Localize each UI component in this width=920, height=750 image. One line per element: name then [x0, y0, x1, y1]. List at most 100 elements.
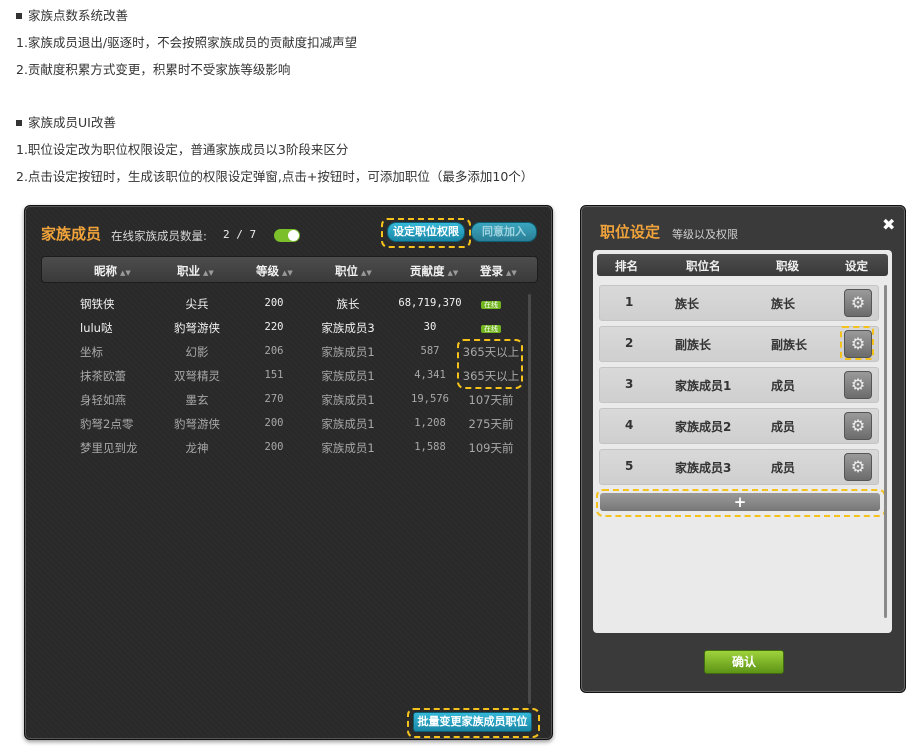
role-name: 家族成员1 — [675, 379, 732, 393]
cell-name: 身轻如燕 — [80, 393, 126, 407]
col-rank: 排名 — [615, 259, 638, 273]
cell-position: 家族成员1 — [321, 345, 375, 359]
set-permission-button[interactable]: 设定职位权限 — [387, 222, 465, 242]
sort-arrows-icon: ▲▼ — [203, 269, 214, 277]
cell-login: 109天前 — [468, 441, 514, 455]
cell-contribution: 4,341 — [414, 369, 446, 381]
cell-contribution: 19,576 — [411, 393, 449, 405]
role-list-area: 排名 职位名 职级 设定 1 族长 族长 ⚙ 2 副族长 副族长 ⚙ 3 家族成员1 成员 ⚙ 4 家族成… — [593, 250, 892, 633]
online-badge-label: 在线 — [481, 301, 501, 309]
role-name: 副族长 — [675, 338, 712, 352]
table-row[interactable]: 钢铁侠 尖兵 200 族长 68,719,370 在线 — [25, 292, 552, 316]
cell-login: 275天前 — [468, 417, 514, 431]
cell-name: 抹茶欧蕾 — [80, 369, 126, 383]
col-level[interactable]: 等级 ▲▼ — [256, 263, 293, 279]
close-icon[interactable]: ✖ — [882, 215, 895, 234]
batch-change-button[interactable]: 批量变更家族成员职位 — [413, 712, 532, 732]
col-login[interactable]: 登录 ▲▼ — [480, 263, 517, 279]
col-job[interactable]: 职业 ▲▼ — [177, 263, 214, 279]
role-row[interactable]: 4 家族成员2 成员 ⚙ — [599, 408, 879, 444]
add-role-button[interactable]: + — [600, 493, 880, 511]
cell-name: 梦里见到龙 — [80, 441, 138, 455]
cell-job: 墨玄 — [185, 393, 209, 407]
cell-name: 豹弩2点零 — [80, 417, 134, 431]
role-name: 家族成员3 — [675, 461, 732, 475]
bullet-square-icon — [16, 12, 22, 19]
cell-contribution: 587 — [420, 345, 440, 357]
col-position[interactable]: 职位 ▲▼ — [335, 263, 372, 279]
sort-arrows-icon: ▲▼ — [120, 269, 131, 277]
online-badge: 在线 — [481, 296, 501, 310]
cell-position: 家族成员1 — [321, 417, 375, 431]
col-contribution[interactable]: 贡献度 ▲▼ — [410, 263, 458, 279]
role-settings-panel: 职位设定 等级以及权限 ✖ 排名 职位名 职级 设定 1 族长 族长 ⚙ 2 副族长 副族长… — [580, 205, 906, 693]
section1-line2: 2.贡献度积累方式变更，积累时不受家族等级影响 — [16, 62, 291, 77]
cell-level: 151 — [264, 369, 284, 381]
table-row[interactable]: lulu哒 豹弩游侠 220 家族成员3 30 在线 — [25, 316, 552, 340]
scrollbar[interactable] — [528, 294, 531, 704]
cell-name: lulu哒 — [80, 321, 113, 335]
role-row[interactable]: 1 族长 族长 ⚙ — [599, 285, 879, 321]
cell-job: 尖兵 — [185, 297, 209, 311]
online-toggle[interactable] — [274, 229, 300, 242]
role-rank: 5 — [625, 459, 634, 473]
gear-icon[interactable]: ⚙ — [844, 289, 872, 317]
panel-title: 职位设定 — [600, 223, 661, 241]
cell-contribution: 68,719,370 — [398, 297, 462, 309]
scrollbar[interactable] — [884, 285, 887, 618]
table-row[interactable]: 梦里见到龙 龙神 200 家族成员1 1,588 109天前 — [25, 436, 552, 460]
toggle-knob — [288, 230, 299, 241]
family-members-panel: 家族成员 在线家族成员数量: 2 / 7 设定职位权限 同意加入 昵称 ▲▼ 职业… — [24, 205, 553, 740]
role-row[interactable]: 5 家族成员3 成员 ⚙ — [599, 449, 879, 485]
table-row[interactable]: 身轻如燕 墨玄 270 家族成员1 19,576 107天前 — [25, 388, 552, 412]
role-grade: 族长 — [771, 297, 796, 311]
cell-position: 家族成员1 — [321, 369, 375, 383]
approve-join-button[interactable]: 同意加入 — [471, 222, 537, 242]
col-nickname[interactable]: 昵称 ▲▼ — [94, 263, 131, 279]
gear-icon[interactable]: ⚙ — [844, 412, 872, 440]
cell-contribution: 1,588 — [414, 441, 446, 453]
cell-position: 家族成员3 — [321, 321, 375, 335]
role-rank: 1 — [625, 295, 634, 309]
cell-job: 龙神 — [185, 441, 209, 455]
gear-icon[interactable]: ⚙ — [844, 371, 872, 399]
sort-arrows-icon: ▲▼ — [361, 269, 372, 277]
online-badge-label: 在线 — [481, 325, 501, 333]
cell-position: 族长 — [336, 297, 360, 311]
col-setting: 设定 — [845, 259, 868, 273]
table-header: 排名 职位名 职级 设定 — [597, 254, 888, 276]
section2-heading: 家族成员UI改善 — [28, 115, 116, 130]
highlight-box — [840, 326, 874, 360]
cell-level: 200 — [264, 297, 284, 309]
table-row[interactable]: 豹弩2点零 豹弩游侠 200 家族成员1 1,208 275天前 — [25, 412, 552, 436]
role-row[interactable]: 2 副族长 副族长 ⚙ — [599, 326, 879, 362]
highlight-box — [457, 339, 523, 389]
gear-icon[interactable]: ⚙ — [844, 453, 872, 481]
role-grade: 成员 — [771, 420, 796, 434]
online-badge: 在线 — [481, 320, 501, 334]
panel-title: 家族成员 — [41, 225, 102, 243]
col-grade: 职级 — [776, 259, 799, 273]
cell-job: 豹弩游侠 — [174, 417, 220, 431]
confirm-button[interactable]: 确认 — [704, 650, 784, 674]
cell-name: 坐标 — [80, 345, 103, 359]
section1-line1: 1.家族成员退出/驱逐时，不会按照家族成员的贡献度扣减声望 — [16, 35, 358, 50]
role-row[interactable]: 3 家族成员1 成员 ⚙ — [599, 367, 879, 403]
cell-job: 豹弩游侠 — [174, 321, 220, 335]
sort-arrows-icon: ▲▼ — [506, 269, 517, 277]
section2-line2: 2.点击设定按钮时，生成该职位的权限设定弹窗,点击+按钮时，可添加职位（最多添加… — [16, 169, 534, 184]
bullet-square-icon — [16, 119, 22, 126]
cell-login: 107天前 — [468, 393, 514, 407]
cell-level: 206 — [264, 345, 284, 357]
table-header: 昵称 ▲▼ 职业 ▲▼ 等级 ▲▼ 职位 ▲▼ 贡献度 ▲▼ 登录 ▲▼ — [41, 256, 538, 283]
cell-job: 双弩精灵 — [174, 369, 220, 383]
role-name: 族长 — [675, 297, 700, 311]
role-grade: 成员 — [771, 379, 796, 393]
role-grade: 成员 — [771, 461, 796, 475]
sort-arrows-icon: ▲▼ — [447, 269, 459, 277]
cell-level: 270 — [264, 393, 284, 405]
sort-arrows-icon: ▲▼ — [282, 269, 293, 277]
cell-level: 200 — [264, 417, 284, 429]
role-rank: 2 — [625, 336, 634, 350]
cell-contribution: 30 — [423, 321, 437, 333]
